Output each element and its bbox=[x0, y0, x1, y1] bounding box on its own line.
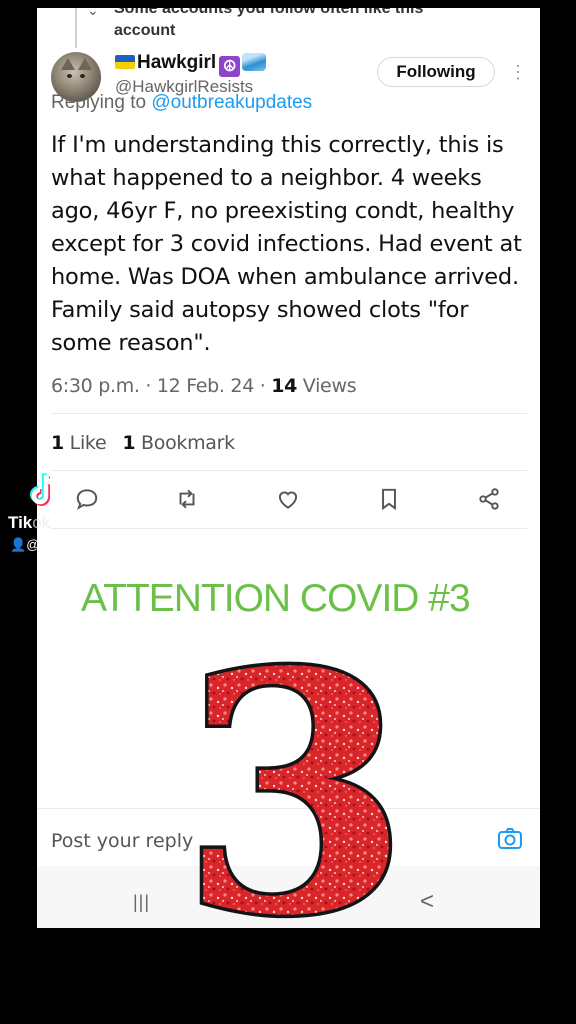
display-name-text: Hawkgirl bbox=[137, 52, 217, 73]
suggestion-line-2: account bbox=[114, 22, 176, 39]
bookmarks-label: Bookmark bbox=[135, 432, 235, 454]
big-number-text: 3 bbox=[180, 640, 410, 940]
glitter-number-three: 3 bbox=[180, 640, 410, 940]
replying-to: Replying to @outbreakupdates bbox=[51, 92, 312, 114]
following-button[interactable]: Following bbox=[377, 57, 495, 87]
divider bbox=[51, 528, 527, 529]
tiktok-watermark: Tikok bbox=[8, 513, 50, 533]
back-button[interactable]: < bbox=[420, 888, 434, 916]
chevron-icon: ⌄ bbox=[87, 8, 99, 18]
suggestion-banner: ⌄ Some accounts you follow often like th… bbox=[37, 8, 540, 56]
tiktok-logo-icon bbox=[30, 473, 57, 506]
tweet-text: If I'm understanding this correctly, thi… bbox=[51, 132, 522, 356]
tiktok-username: 👤@ bbox=[10, 537, 39, 553]
replying-to-link[interactable]: @outbreakupdates bbox=[151, 92, 312, 113]
engagement-stats[interactable]: 1 Like 1 Bookmark bbox=[51, 432, 235, 454]
more-options-icon[interactable]: ⋮ bbox=[509, 63, 527, 81]
tweet-meta: 6:30 p.m. · 12 Feb. 24 · 14 Views bbox=[51, 375, 357, 397]
bookmarks-count: 1 bbox=[122, 432, 136, 454]
divider bbox=[51, 470, 527, 471]
tiktok-brand-faint: ok bbox=[32, 513, 51, 532]
camera-icon[interactable] bbox=[497, 827, 523, 851]
views-count: 14 bbox=[271, 375, 298, 397]
user-icon: 👤 bbox=[10, 537, 27, 552]
display-name[interactable]: Hawkgirl ☮ bbox=[115, 52, 267, 77]
divider bbox=[51, 413, 527, 414]
likes-label: Like bbox=[63, 432, 107, 454]
bookmark-icon[interactable] bbox=[376, 486, 402, 512]
wave-icon bbox=[242, 53, 267, 71]
likes-count: 1 bbox=[51, 432, 64, 454]
recent-apps-button[interactable]: ||| bbox=[133, 892, 150, 913]
suggestion-line-1: Some accounts you follow often like this bbox=[114, 8, 424, 17]
reply-icon[interactable] bbox=[74, 486, 100, 512]
like-icon[interactable] bbox=[275, 486, 301, 512]
peace-icon: ☮ bbox=[219, 56, 241, 77]
tiktok-brand: Tik bbox=[8, 513, 33, 532]
attention-overlay-text: ATTENTION COVID #3 bbox=[81, 577, 471, 620]
tiktok-user-handle: @ bbox=[26, 537, 40, 552]
repost-icon[interactable] bbox=[174, 486, 200, 512]
replying-prefix: Replying to bbox=[51, 92, 152, 113]
views-label: Views bbox=[297, 375, 357, 397]
ukraine-flag-icon bbox=[115, 55, 135, 69]
share-icon[interactable] bbox=[476, 486, 502, 512]
timestamp: 6:30 p.m. · 12 Feb. 24 · bbox=[51, 375, 272, 397]
